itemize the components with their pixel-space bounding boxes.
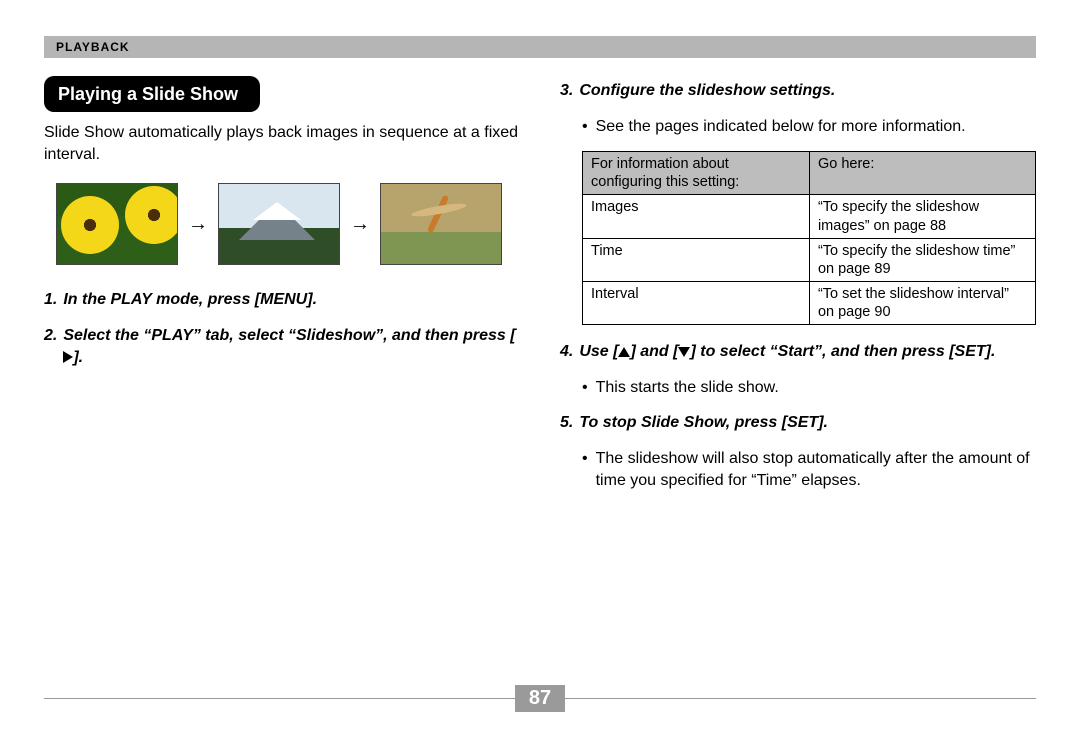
table-row: Interval “To set the slideshow interval”… — [583, 281, 1036, 324]
thumbnail-image-1 — [56, 183, 178, 265]
step-3: 3. Configure the slideshow settings. — [560, 80, 1036, 102]
step-number: 1. — [44, 289, 57, 311]
table-row: Images “To specify the slideshow images”… — [583, 195, 1036, 238]
left-column: Playing a Slide Show Slide Show automati… — [44, 76, 520, 505]
table-header-row: For information about configuring this s… — [583, 152, 1036, 195]
step-1: 1. In the PLAY mode, press [MENU]. — [44, 289, 520, 311]
table-cell: Interval — [583, 281, 810, 324]
table-header-cell: For information about configuring this s… — [583, 152, 810, 195]
bullet-item: The slideshow will also stop automatical… — [582, 448, 1036, 491]
step-number: 3. — [560, 80, 573, 102]
table-cell: “To specify the slideshow time” on page … — [809, 238, 1035, 281]
bullet-text: The slideshow will also stop automatical… — [596, 448, 1036, 491]
step-number: 2. — [44, 325, 57, 368]
page-number-badge: 87 — [515, 685, 565, 712]
step-text-fragment: ] to select “Start”, and then press [SET… — [690, 343, 995, 360]
step-text: Select the “PLAY” tab, select “Slideshow… — [63, 325, 520, 368]
step-number: 4. — [560, 341, 573, 363]
footer-rule-left — [44, 698, 515, 699]
step-text: To stop Slide Show, press [SET]. — [579, 412, 1036, 434]
step-4-bullets: This starts the slide show. — [560, 377, 1036, 399]
section-header-bar: PLAYBACK — [44, 36, 1036, 58]
bullet-item: This starts the slide show. — [582, 377, 1036, 399]
step-5: 5. To stop Slide Show, press [SET]. — [560, 412, 1036, 434]
step-2: 2. Select the “PLAY” tab, select “Slides… — [44, 325, 520, 368]
step-text-fragment: Use [ — [579, 343, 618, 360]
step-5-bullets: The slideshow will also stop automatical… — [560, 448, 1036, 491]
manual-page: PLAYBACK Playing a Slide Show Slide Show… — [0, 0, 1080, 730]
section-title-pill: Playing a Slide Show — [44, 76, 260, 112]
step-4: 4. Use [ ] and [ ] to select “Start”, and … — [560, 341, 1036, 363]
arrow-right-icon: → — [188, 211, 208, 238]
two-column-layout: Playing a Slide Show Slide Show automati… — [44, 76, 1036, 505]
table-header-cell: Go here: — [809, 152, 1035, 195]
table-row: Time “To specify the slideshow time” on … — [583, 238, 1036, 281]
bullet-text: See the pages indicated below for more i… — [596, 116, 966, 138]
table-cell: “To set the slideshow interval” on page … — [809, 281, 1035, 324]
thumbnail-image-3 — [380, 183, 502, 265]
intro-paragraph: Slide Show automatically plays back imag… — [44, 122, 520, 165]
slideshow-thumbnails-row: → → — [56, 183, 520, 265]
bullet-text: This starts the slide show. — [596, 377, 779, 399]
step-text: In the PLAY mode, press [MENU]. — [63, 289, 520, 311]
table-cell: Time — [583, 238, 810, 281]
section-header-label: PLAYBACK — [56, 41, 130, 53]
page-footer: 87 — [44, 685, 1036, 712]
step-number: 5. — [560, 412, 573, 434]
step-3-bullets: See the pages indicated below for more i… — [560, 116, 1036, 138]
step-text: Configure the slideshow settings. — [579, 80, 1036, 102]
triangle-right-icon — [63, 351, 73, 363]
triangle-up-icon — [618, 347, 630, 357]
step-text: Use [ ] and [ ] to select “Start”, and the… — [579, 341, 1036, 363]
bullet-item: See the pages indicated below for more i… — [582, 116, 1036, 138]
arrow-right-icon: → — [350, 211, 370, 238]
footer-rule-right — [565, 698, 1036, 699]
step-text-fragment: ]. — [73, 349, 83, 366]
triangle-down-icon — [678, 347, 690, 357]
table-cell: “To specify the slideshow images” on pag… — [809, 195, 1035, 238]
thumbnail-image-2 — [218, 183, 340, 265]
settings-reference-table: For information about configuring this s… — [582, 151, 1036, 325]
table-cell: Images — [583, 195, 810, 238]
step-text-fragment: Select the “PLAY” tab, select “Slideshow… — [63, 327, 515, 344]
right-column: 3. Configure the slideshow settings. See… — [560, 76, 1036, 505]
step-text-fragment: ] and [ — [630, 343, 678, 360]
